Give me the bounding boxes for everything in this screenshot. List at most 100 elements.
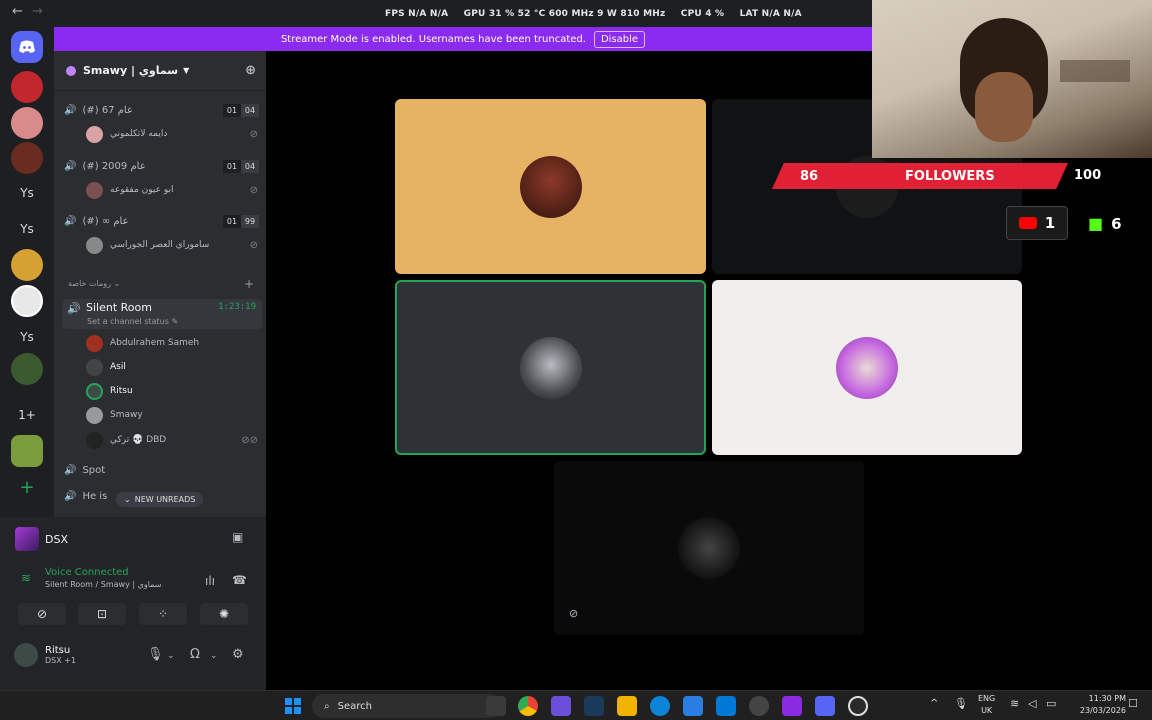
user-limit: 99 [241,214,259,228]
channel-member[interactable]: تركي 💀 DBD ⊘⊘ [86,430,258,450]
user-panel: DSX ▣ ≋ Voice Connected Silent Room / Sm… [0,517,266,690]
screen-share-button[interactable]: ⊡ [78,603,126,625]
disconnect-icon[interactable]: ☎ [232,573,247,587]
streamer-mode-banner: Streamer Mode is enabled. Usernames have… [54,27,872,51]
server-icon[interactable]: Ys [11,321,43,353]
speaker-icon: 🔊 [64,490,77,502]
discord-taskbar-icon[interactable] [815,696,835,716]
app-icon[interactable] [584,696,604,716]
activity-row[interactable]: DSX [15,527,68,551]
windows-start-icon[interactable] [285,698,301,714]
screen-share-icon[interactable]: ▣ [232,530,243,544]
invite-people-icon[interactable]: ⊕ [245,63,256,78]
user-limit: 04 [241,159,259,173]
chrome-icon[interactable] [518,696,538,716]
app-icon[interactable] [749,696,769,716]
performance-overlay: FPS N/A N/A GPU 31 % 52 °C 600 MHz 9 W 8… [385,9,814,19]
voice-connection-status[interactable]: ≋ Voice Connected Silent Room / Smawy | … [18,567,161,589]
back-arrow-icon[interactable]: ← [12,4,23,19]
voice-status: Voice Connected [45,567,129,578]
participant-tile[interactable] [554,461,864,635]
avatar [86,181,103,199]
app-icon[interactable] [782,696,802,716]
app-icon[interactable] [551,696,571,716]
channel-name: (#) ∞ عام [82,215,129,227]
activities-button[interactable]: ⁘ [139,603,187,625]
category-header[interactable]: رومات خاصة ⌄ [68,279,120,288]
server-icon-selected[interactable] [11,285,43,317]
server-icon[interactable] [11,71,43,103]
chevron-down-icon: ▼ [183,66,190,75]
server-icon[interactable] [11,142,43,174]
store-icon[interactable] [716,696,736,716]
microphone-icon[interactable]: 🎙 [147,647,164,662]
new-unreads-pill[interactable]: ⌄ NEW UNREADS [116,492,204,507]
channel-member[interactable]: ابو عيون مفقوعه ⊘ [86,180,258,200]
task-view-icon[interactable] [486,696,506,716]
tray-chevron-icon[interactable]: ^ [930,698,938,709]
call-timer: 1:23:19 [218,302,256,312]
server-icon[interactable] [11,107,43,139]
channel-member[interactable]: ساموراي العصر الجوراسي ⊘ [86,235,258,255]
app-icon[interactable] [683,696,703,716]
guild-header[interactable]: Smawy | سماوي ▼ ⊕ [54,51,266,91]
server-icon[interactable]: 1+ [11,399,43,431]
channel-member[interactable]: دايمه لاتكلموني ⊘ [86,124,258,144]
channel-member[interactable]: Smawy [86,405,258,425]
voice-channel[interactable]: 🔊 (#) 67 عام 01 04 [64,100,259,120]
user-subtitle: DSX +1 [45,656,77,665]
server-icon[interactable] [11,435,43,467]
clock[interactable]: 11:30 PM 23/03/2026 [1080,693,1126,717]
search-icon: ⌕ [324,700,330,712]
volume-icon[interactable]: ◁ [1028,697,1036,710]
settings-gear-icon[interactable]: ⚙ [232,647,244,662]
server-icon[interactable] [11,249,43,281]
channel-member[interactable]: Abdulrahem Sameh [86,333,258,353]
disable-button[interactable]: Disable [593,30,646,48]
channel-status[interactable]: Set a channel status ✎ [87,317,178,326]
chevron-down-icon[interactable]: ⌄ [167,651,175,661]
wifi-icon[interactable]: ≋ [1010,697,1019,710]
file-explorer-icon[interactable] [617,696,637,716]
forward-arrow-icon[interactable]: → [32,4,43,19]
current-user[interactable]: Ritsu DSX +1 [14,643,76,667]
taskbar-search[interactable]: ⌕ Search [312,694,502,718]
camera-off-button[interactable]: ⊘ [18,603,66,625]
kick-counter: ■ 6 [1088,214,1122,233]
participant-tile-speaking[interactable] [395,280,706,455]
add-server-icon[interactable]: + [11,471,43,503]
language-indicator[interactable]: ENG UK [978,693,995,717]
user-count: 01 [223,103,241,117]
create-channel-icon[interactable]: + [244,277,254,291]
voice-channel-active[interactable]: 🔊 Silent Room 1:23:19 Set a channel stat… [62,299,262,329]
noise-suppression-icon[interactable]: ılı [205,574,215,588]
participant-tile[interactable] [712,280,1022,455]
member-name: دايمه لاتكلموني [110,129,168,139]
window-titlebar: ← → FPS N/A N/A GPU 31 % 52 °C 600 MHz 9… [0,0,872,27]
chevron-down-icon[interactable]: ⌄ [210,651,218,661]
channel-member[interactable]: Asil [86,357,258,377]
deafened-icon: ⊘ [249,239,258,251]
notification-icon[interactable]: ☐ [1128,697,1138,710]
channel-name: (#) 2009 عام [82,160,146,172]
headphones-icon[interactable]: Ω [190,647,200,662]
voice-channel[interactable]: 🔊 (#) ∞ عام 01 99 [64,211,259,231]
participant-tile[interactable] [395,99,706,274]
gpu-readout: GPU 31 % 52 °C 600 MHz 9 W 810 MHz [463,9,666,19]
voice-channel[interactable]: 🔊 Spot [64,460,259,480]
channel-member[interactable]: Ritsu [86,381,258,401]
channel-name: (#) 67 عام [82,104,133,116]
server-icon[interactable]: Ys [11,177,43,209]
microphone-icon[interactable]: 🎙 [954,697,968,710]
edge-icon[interactable] [650,696,670,716]
soundboard-button[interactable]: ✺ [200,603,248,625]
voice-channel[interactable]: 🔊 (#) 2009 عام 01 04 [64,156,259,176]
app-icon[interactable] [848,696,868,716]
discord-home-icon[interactable] [11,31,43,63]
voice-channel-path: Silent Room / Smawy | سماوي [45,580,162,589]
battery-icon[interactable]: ▭ [1046,697,1056,710]
server-icon[interactable]: Ys [11,213,43,245]
followers-goal: 100 [1074,168,1102,183]
server-icon[interactable] [11,353,43,385]
channel-sidebar: Smawy | سماوي ▼ ⊕ 🔊 (#) 67 عام 01 04 دايم… [54,51,266,517]
